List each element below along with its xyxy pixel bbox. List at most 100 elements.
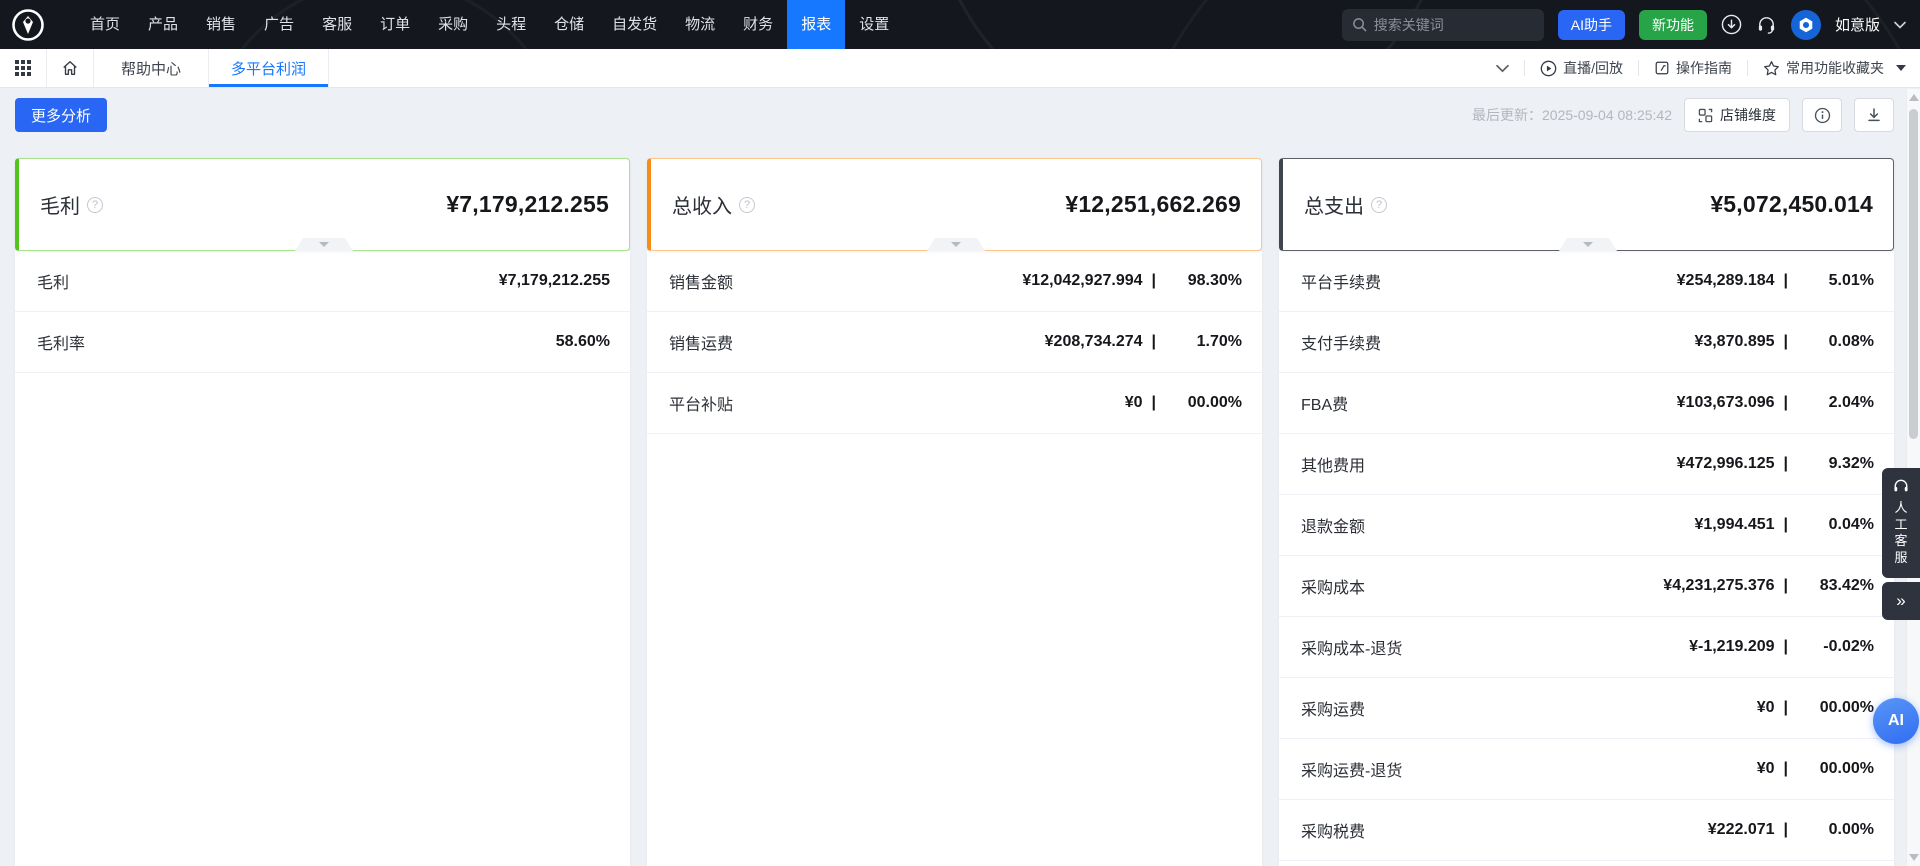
row-label: 毛利率 <box>37 330 85 354</box>
scrollbar-thumb[interactable] <box>1909 109 1918 439</box>
tab-0[interactable]: 帮助中心 <box>93 49 209 87</box>
question-circle-icon[interactable]: ? <box>1371 197 1387 213</box>
nav-item-11[interactable]: 财务 <box>729 0 787 49</box>
row-amount: ¥222.071 <box>1708 821 1775 839</box>
row-amount: ¥254,289.184 <box>1677 272 1775 290</box>
customer-service-label: 人工客服 <box>1894 500 1908 566</box>
row-amount: ¥0 <box>1757 699 1775 717</box>
metric-card-header: 总收入? ¥12,251,662.269 <box>647 158 1262 251</box>
user-menu-chevron-down-icon[interactable] <box>1894 21 1906 29</box>
row-amount: ¥1,994.451 <box>1694 516 1774 534</box>
download-report-button[interactable] <box>1854 98 1894 132</box>
card-title: 总收入 <box>672 190 732 219</box>
new-features-button[interactable]: 新功能 <box>1639 10 1707 40</box>
table-row: 销售金额¥12,042,927.994|98.30% <box>647 251 1262 312</box>
chevron-down-icon <box>1583 242 1593 247</box>
row-label: 支付手续费 <box>1301 330 1381 354</box>
question-circle-icon[interactable]: ? <box>739 197 755 213</box>
info-circle-icon <box>1814 107 1831 124</box>
divider <box>1638 60 1639 76</box>
nav-item-9[interactable]: 自发货 <box>598 0 671 49</box>
row-label: 销售运费 <box>669 330 733 354</box>
row-label: 毛利 <box>37 269 69 293</box>
row-amount: ¥12,042,927.994 <box>1022 272 1142 290</box>
table-row: 平台手续费¥254,289.184|5.01% <box>1279 251 1894 312</box>
store-dimension-button[interactable]: 店铺维度 <box>1684 98 1790 132</box>
row-amount: ¥-1,219.209 <box>1689 638 1774 656</box>
row-amount: 58.60% <box>556 333 610 351</box>
nav-item-7[interactable]: 头程 <box>482 0 540 49</box>
table-row: 采购运费-退货¥0|00.00% <box>1279 739 1894 800</box>
more-analysis-button[interactable]: 更多分析 <box>15 98 107 132</box>
apps-grid-icon[interactable] <box>0 49 46 87</box>
card-total-value: ¥5,072,450.014 <box>1710 191 1873 218</box>
nav-item-4[interactable]: 客服 <box>308 0 366 49</box>
card-total-value: ¥12,251,662.269 <box>1065 191 1241 218</box>
row-percent: 9.32% <box>1788 455 1874 473</box>
nav-item-2[interactable]: 销售 <box>192 0 250 49</box>
tab-bar: 帮助中心多平台利润 直播/回放 操作指南 常用功能收藏夹 <box>0 49 1920 88</box>
tab-1[interactable]: 多平台利润 <box>209 49 329 87</box>
headset-icon[interactable] <box>1756 14 1777 35</box>
open-tabs: 帮助中心多平台利润 <box>93 49 329 87</box>
nav-item-5[interactable]: 订单 <box>366 0 424 49</box>
info-button[interactable] <box>1802 98 1842 132</box>
store-dimension-label: 店铺维度 <box>1720 105 1776 125</box>
collapse-handle[interactable] <box>927 238 985 251</box>
download-circle-icon[interactable] <box>1721 14 1742 35</box>
collapse-handle[interactable] <box>1559 238 1617 251</box>
metric-card-header: 毛利?¥7,179,212.255 <box>15 158 630 251</box>
row-label: 销售金额 <box>669 269 733 293</box>
nav-item-3[interactable]: 广告 <box>250 0 308 49</box>
row-percent: 00.00% <box>1156 394 1242 412</box>
nav-item-12[interactable]: 报表 <box>787 0 845 49</box>
divider <box>1747 60 1748 76</box>
scroll-down-arrow-icon[interactable] <box>1909 854 1919 861</box>
app-logo-icon <box>11 8 45 42</box>
operation-guide-link[interactable]: 操作指南 <box>1654 58 1732 78</box>
table-row: 采购运费¥0|00.00% <box>1279 678 1894 739</box>
row-percent: 2.04% <box>1788 394 1874 412</box>
metric-card-0: 毛利?¥7,179,212.255毛利¥7,179,212.255毛利率58.6… <box>15 158 630 866</box>
profit-metric-cards: 毛利?¥7,179,212.255毛利¥7,179,212.255毛利率58.6… <box>15 158 1894 866</box>
row-amount: ¥103,673.096 <box>1677 394 1775 412</box>
nav-item-8[interactable]: 仓储 <box>540 0 598 49</box>
ai-assistant-button[interactable]: AI助手 <box>1558 10 1625 40</box>
customer-service-panel[interactable]: 人工客服 <box>1882 468 1920 578</box>
table-row: 支付手续费¥3,870.895|0.08% <box>1279 312 1894 373</box>
scroll-up-arrow-icon[interactable] <box>1909 94 1919 101</box>
row-percent: 00.00% <box>1788 699 1874 717</box>
sidebar-collapse-button[interactable]: » <box>1882 582 1920 620</box>
user-avatar[interactable] <box>1791 10 1821 40</box>
nav-item-1[interactable]: 产品 <box>134 0 192 49</box>
metric-card-1: 总收入?¥12,251,662.269销售金额¥12,042,927.994|9… <box>647 158 1262 866</box>
favorites-caret-down-icon <box>1896 65 1906 71</box>
star-icon <box>1763 60 1780 77</box>
question-circle-icon[interactable]: ? <box>87 197 103 213</box>
app-logo[interactable] <box>10 7 46 43</box>
home-icon[interactable] <box>47 49 93 87</box>
collapse-tabs-chevron-icon[interactable] <box>1496 64 1509 73</box>
ai-assistant-bubble[interactable]: AI <box>1873 698 1919 744</box>
row-amount: ¥472,996.125 <box>1677 455 1775 473</box>
row-amount: ¥208,734.274 <box>1045 333 1143 351</box>
metric-card-2: 总支出?¥5,072,450.014平台手续费¥254,289.184|5.01… <box>1279 158 1894 866</box>
edition-label[interactable]: 如意版 <box>1835 14 1880 35</box>
nav-item-0[interactable]: 首页 <box>76 0 134 49</box>
nav-item-13[interactable]: 设置 <box>845 0 903 49</box>
toolbar-right-group: 最后更新：2025-09-04 08:25:42 店铺维度 <box>1472 98 1894 132</box>
nav-item-6[interactable]: 采购 <box>424 0 482 49</box>
dimension-switch-icon <box>1698 108 1713 123</box>
live-replay-link[interactable]: 直播/回放 <box>1540 58 1623 78</box>
favorites-menu[interactable]: 常用功能收藏夹 <box>1763 58 1906 78</box>
chevron-down-icon <box>951 242 961 247</box>
row-percent: 98.30% <box>1156 272 1242 290</box>
nav-item-10[interactable]: 物流 <box>671 0 729 49</box>
row-percent: 83.42% <box>1788 577 1874 595</box>
row-label: 平台手续费 <box>1301 269 1381 293</box>
topnav-right-group: 搜索关键词 AI助手 新功能 如意版 <box>1342 9 1906 41</box>
collapse-handle[interactable] <box>295 238 353 251</box>
row-percent: 0.04% <box>1788 516 1874 534</box>
avatar-emblem-icon <box>1797 16 1815 34</box>
global-search-input[interactable]: 搜索关键词 <box>1342 9 1544 41</box>
